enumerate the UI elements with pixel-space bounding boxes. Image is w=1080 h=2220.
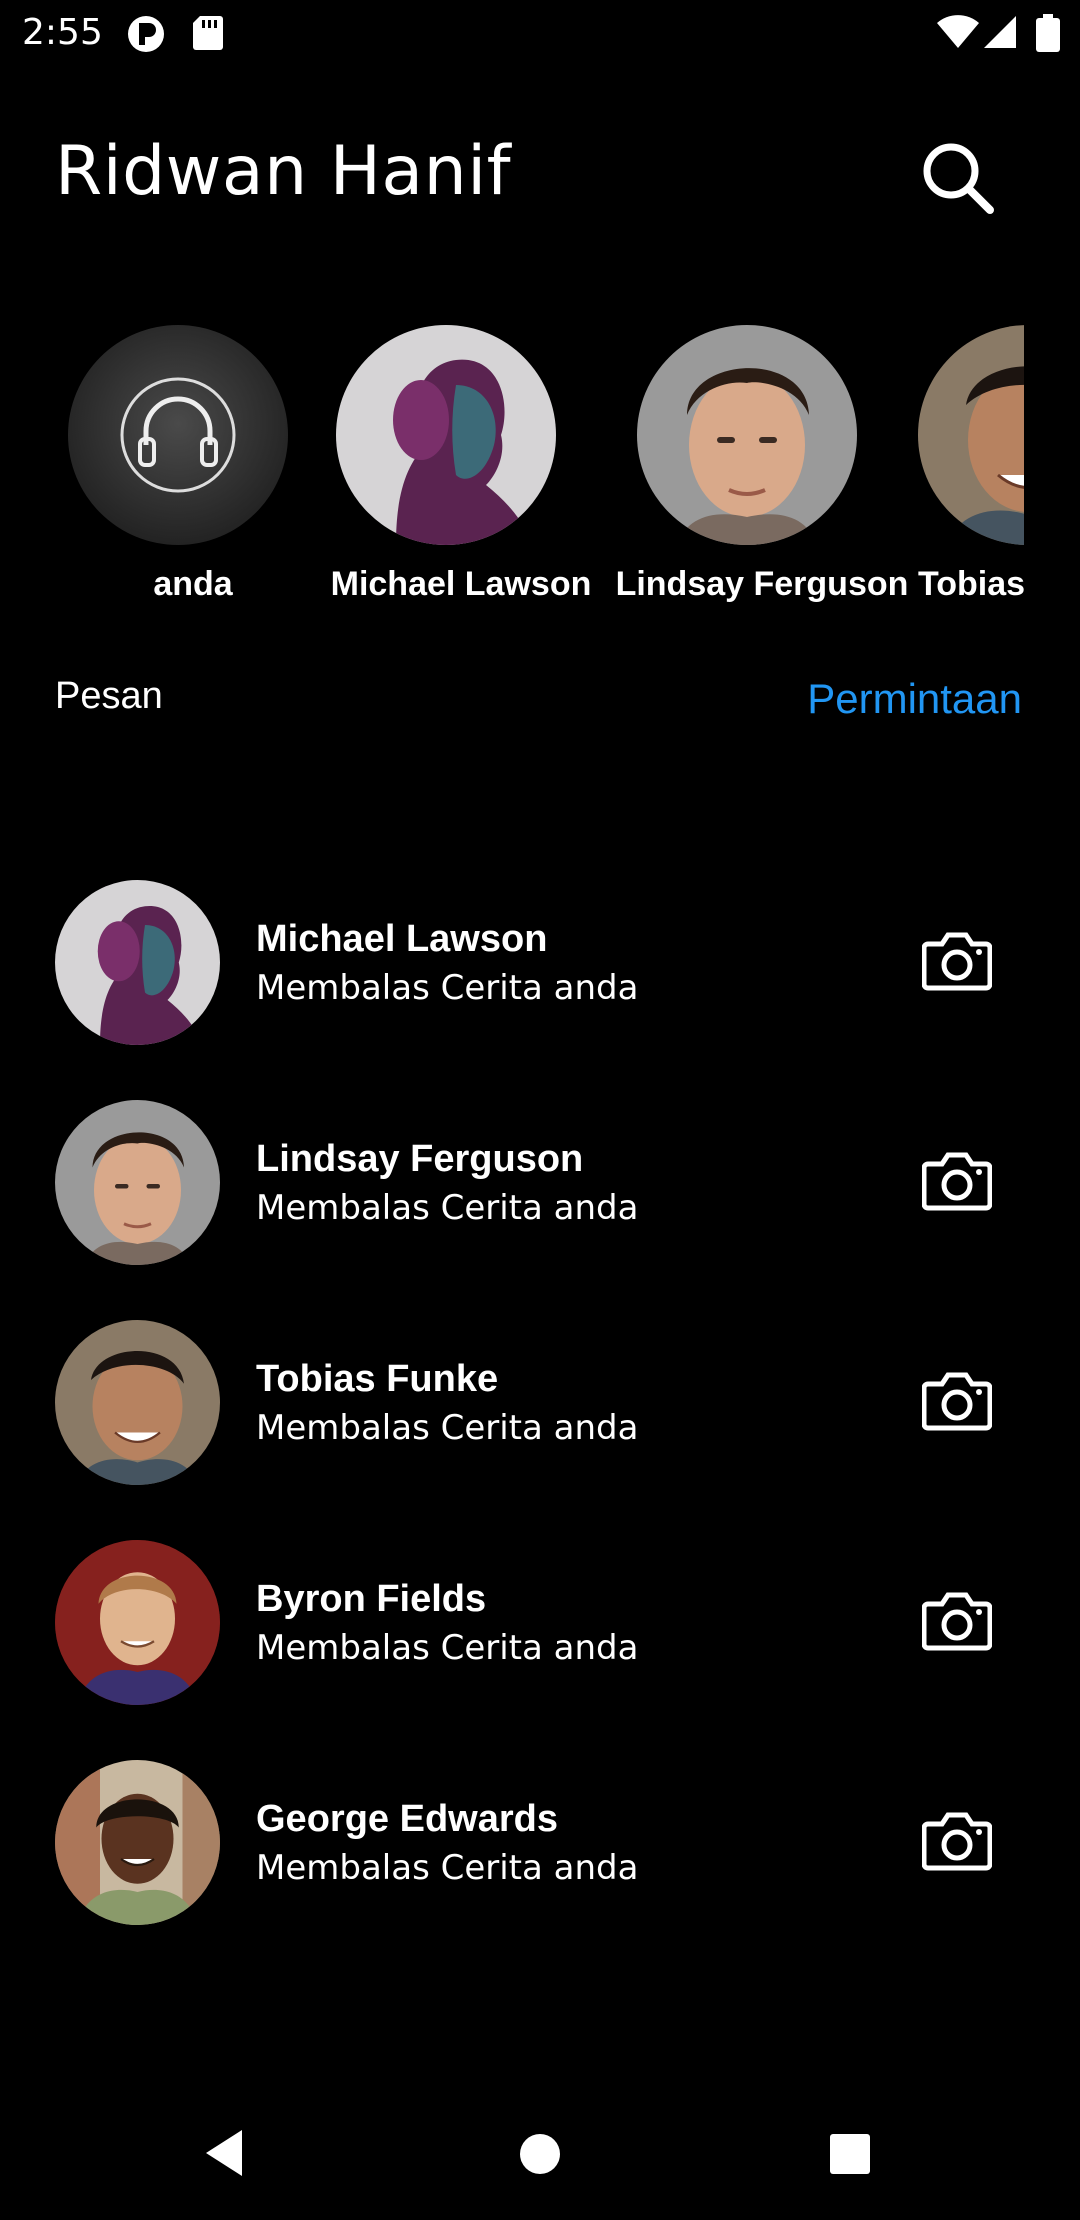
status-bar: 2:55 <box>0 0 1080 64</box>
list-item[interactable]: Michael Lawson Membalas Cerita anda <box>0 880 1080 1050</box>
avatar <box>55 1540 220 1705</box>
signal-icon <box>982 14 1018 55</box>
purple-woman-avatar <box>336 325 556 545</box>
wifi-icon <box>936 14 980 55</box>
contact-name: George Edwards <box>256 1798 558 1840</box>
camera-icon <box>921 1812 993 1871</box>
message-preview: Membalas Cerita anda <box>256 1408 639 1448</box>
contact-name: Michael Lawson <box>256 918 548 960</box>
battery-icon <box>1036 14 1060 57</box>
navigation-bar <box>0 2100 1080 2220</box>
story-item[interactable]: Michael Lawson <box>331 320 591 620</box>
avatar <box>55 1100 220 1265</box>
smiling-man-avatar <box>918 325 1024 545</box>
story-item[interactable]: anda <box>68 320 318 620</box>
back-icon <box>206 2130 242 2176</box>
tab-messages[interactable]: Pesan <box>55 675 163 718</box>
app-notification-icon <box>126 14 166 59</box>
camera-button[interactable] <box>921 1590 993 1652</box>
story-item[interactable]: Lindsay Ferguson <box>616 320 908 620</box>
contact-name: Lindsay Ferguson <box>256 1138 584 1180</box>
recents-icon <box>830 2134 870 2174</box>
contact-name: Tobias Funke <box>256 1358 499 1400</box>
young-man-avatar <box>637 325 857 545</box>
message-preview: Membalas Cerita anda <box>256 968 639 1008</box>
search-icon <box>923 143 994 214</box>
camera-button[interactable] <box>921 1150 993 1212</box>
tab-requests[interactable]: Permintaan <box>807 675 1022 723</box>
story-name: Tobias <box>918 565 1024 603</box>
home-button[interactable] <box>518 2132 562 2176</box>
camera-icon <box>921 1592 993 1651</box>
message-preview: Membalas Cerita anda <box>256 1188 639 1228</box>
search-button[interactable] <box>920 140 994 214</box>
stories-carousel[interactable]: anda Michael Lawson Lindsay Ferguson Tob… <box>0 320 1024 620</box>
list-item[interactable]: Tobias Funke Membalas Cerita anda <box>0 1320 1080 1490</box>
avatar <box>55 1760 220 1925</box>
back-button[interactable] <box>200 2128 250 2178</box>
status-time: 2:55 <box>22 12 103 53</box>
contact-name: Byron Fields <box>256 1578 487 1620</box>
page-title: Ridwan Hanif <box>55 132 512 211</box>
camera-button[interactable] <box>921 930 993 992</box>
headphones-avatar <box>68 325 288 545</box>
list-item[interactable]: George Edwards Membalas Cerita anda <box>0 1760 1080 1930</box>
camera-icon <box>921 932 993 991</box>
message-preview: Membalas Cerita anda <box>256 1848 639 1888</box>
avatar <box>55 880 220 1045</box>
sd-card-icon <box>192 14 224 57</box>
camera-button[interactable] <box>921 1370 993 1432</box>
camera-button[interactable] <box>921 1810 993 1872</box>
story-name: Michael Lawson <box>330 565 592 603</box>
recents-button[interactable] <box>828 2132 872 2176</box>
camera-icon <box>921 1372 993 1431</box>
camera-icon <box>921 1152 993 1211</box>
home-icon <box>520 2134 560 2174</box>
message-preview: Membalas Cerita anda <box>256 1628 639 1668</box>
story-item[interactable]: Tobias <box>918 320 1024 620</box>
avatar <box>55 1320 220 1485</box>
list-item[interactable]: Lindsay Ferguson Membalas Cerita anda <box>0 1100 1080 1270</box>
list-item[interactable]: Byron Fields Membalas Cerita anda <box>0 1540 1080 1710</box>
story-name: Lindsay Ferguson <box>615 565 909 603</box>
